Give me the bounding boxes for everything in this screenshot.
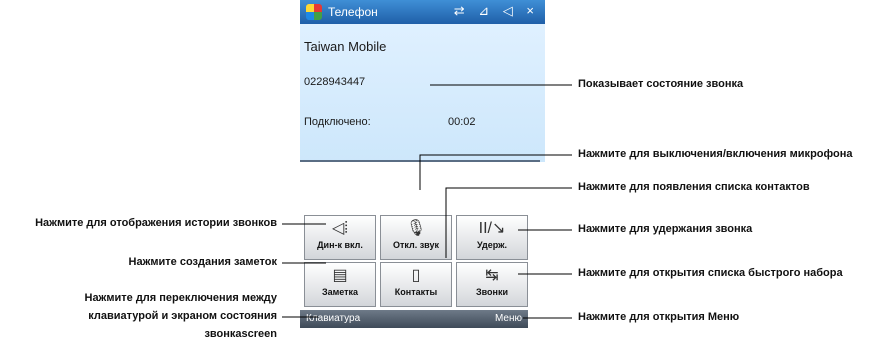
annotation-history: Нажмите для отображения истории звонков [35,217,277,229]
annotation-menu: Нажмите для открытия Меню [578,311,740,323]
annotation-mute: Нажмите для выключения/включения микрофо… [578,148,853,160]
annotation-call-status: Показывает состояние звонка [578,78,744,90]
annotation-keyboard-line1: Нажмите для переключения между [84,292,278,304]
annotation-speed-dial: Нажмите для открытия списка быстрого наб… [578,267,843,279]
annotation-hold: Нажмите для удержания звонка [578,223,753,235]
callout-line-contacts [445,187,572,258]
annotation-keyboard-line2: клавиатурой и экраном состояния [88,310,277,322]
callout-line-mute [419,154,572,190]
annotation-keyboard-line3: звонкаscreen [204,328,277,340]
annotation-contacts: Нажмите для появления списка контактов [578,181,810,193]
annotation-notes: Нажмите создания заметок [128,256,277,268]
